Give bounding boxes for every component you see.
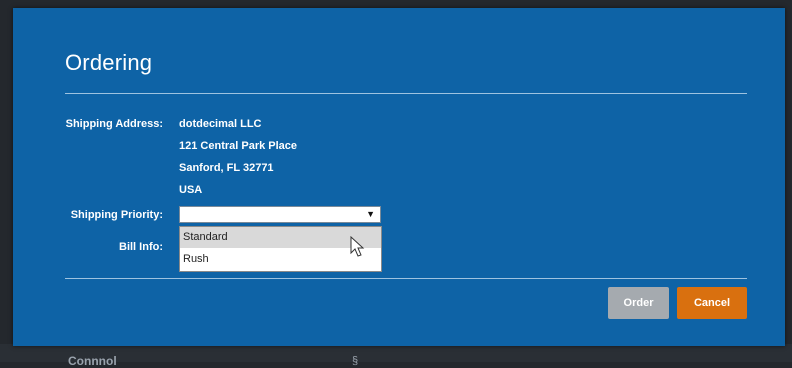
header-divider (65, 93, 747, 94)
background-glyph: § (352, 355, 359, 367)
background-panel: Connnol § (0, 344, 792, 368)
background-text: Connnol (68, 354, 117, 368)
address-line-city: Sanford, FL 32771 (179, 162, 274, 174)
address-line-street: 121 Central Park Place (179, 140, 298, 152)
shipping-address-label: Shipping Address: (65, 118, 163, 130)
cancel-button[interactable]: Cancel (677, 287, 747, 319)
mouse-cursor-icon (350, 236, 365, 257)
shipping-priority-label: Shipping Priority: (70, 209, 163, 221)
footer-divider (65, 278, 747, 279)
dialog-title: Ordering (65, 50, 153, 75)
bill-info-label: Bill Info: (119, 241, 163, 253)
ordering-dialog: Ordering Shipping Address: dotdecimal LL… (13, 8, 785, 346)
address-line-company: dotdecimal LLC (179, 118, 262, 130)
shipping-priority-select[interactable]: ▼ (179, 206, 381, 223)
dropdown-arrow-icon[interactable]: ▼ (366, 209, 375, 219)
address-line-country: USA (179, 184, 203, 196)
order-button[interactable]: Order (608, 287, 669, 319)
